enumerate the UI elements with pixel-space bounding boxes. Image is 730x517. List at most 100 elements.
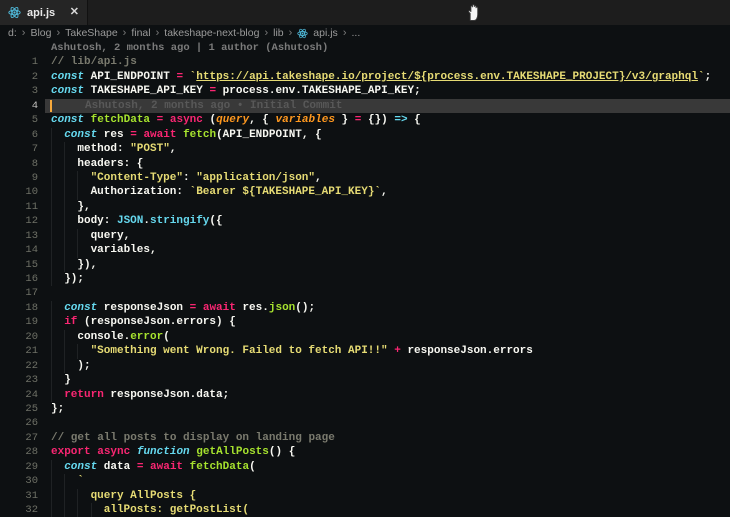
code-token: "POST" <box>130 142 170 156</box>
tab-api-js[interactable]: api.js ✕ <box>0 0 88 25</box>
code-line[interactable]: 27// get all posts to display on landing… <box>0 431 730 445</box>
line-number[interactable]: 19 <box>0 315 38 329</box>
code-line[interactable]: 24return responseJson.data; <box>0 388 730 402</box>
line-number[interactable]: 3 <box>0 84 38 98</box>
line-number[interactable]: 20 <box>0 330 38 344</box>
line-number[interactable]: 30 <box>0 474 38 488</box>
breadcrumb-item[interactable]: lib <box>273 27 284 39</box>
code-token: query, <box>91 229 131 243</box>
code-token: { <box>408 113 421 127</box>
code-line[interactable]: 11}, <box>0 200 730 214</box>
code-line-content: variables, <box>51 243 157 257</box>
line-number[interactable]: 31 <box>0 489 38 503</box>
code-line[interactable]: 3const TAKESHAPE_API_KEY = process.env.T… <box>0 84 730 98</box>
code-line[interactable]: 1// lib/api.js <box>0 55 730 69</box>
code-line[interactable]: 9"Content-Type": "application/json", <box>0 171 730 185</box>
indent-guide <box>77 229 90 243</box>
breadcrumb-item[interactable]: api.js <box>313 27 338 39</box>
code-line[interactable]: 14 variables, <box>0 243 730 257</box>
line-number[interactable]: 27 <box>0 431 38 445</box>
code-line[interactable]: 2const API_ENDPOINT = `https://api.takes… <box>0 70 730 84</box>
line-number[interactable]: 28 <box>0 445 38 459</box>
close-icon[interactable]: ✕ <box>70 7 79 18</box>
code-token: = <box>209 84 216 98</box>
code-token: const <box>51 70 84 84</box>
line-number[interactable]: 16 <box>0 272 38 286</box>
code-line[interactable]: 31 query AllPosts { <box>0 489 730 503</box>
indent-guide <box>51 272 64 286</box>
breadcrumb-item[interactable]: final <box>131 27 150 39</box>
code-line[interactable]: 12body: JSON.stringify({ <box>0 214 730 228</box>
line-number[interactable]: 23 <box>0 373 38 387</box>
line-number[interactable]: 1 <box>0 55 38 69</box>
code-line-content: ` <box>51 474 84 488</box>
code-line-content: Authorization: `Bearer ${TAKESHAPE_API_K… <box>51 185 388 199</box>
line-number[interactable]: 26 <box>0 416 38 430</box>
code-line[interactable]: 5const fetchData = async (query, { varia… <box>0 113 730 127</box>
code-line[interactable]: 6const res = await fetch(API_ENDPOINT, { <box>0 128 730 142</box>
code-line-content: method: "POST", <box>51 142 176 156</box>
code-line[interactable]: 15}), <box>0 258 730 272</box>
indent-guide <box>51 258 64 272</box>
line-number[interactable]: 15 <box>0 258 38 272</box>
code-line[interactable]: 19if (responseJson.errors) { <box>0 315 730 329</box>
breadcrumb-item[interactable]: Blog <box>30 27 51 39</box>
line-number[interactable]: 9 <box>0 171 38 185</box>
breadcrumb-item[interactable]: ... <box>351 27 360 39</box>
line-number[interactable]: 10 <box>0 185 38 199</box>
code-line[interactable]: 16}); <box>0 272 730 286</box>
code-line[interactable]: 30 ` <box>0 474 730 488</box>
code-line[interactable]: 20console.error( <box>0 330 730 344</box>
line-number[interactable]: 5 <box>0 113 38 127</box>
line-number[interactable]: 25 <box>0 402 38 416</box>
line-number[interactable]: 13 <box>0 229 38 243</box>
breadcrumb-item[interactable]: TakeShape <box>65 27 118 39</box>
code-line[interactable]: 10 Authorization: `Bearer ${TAKESHAPE_API… <box>0 185 730 199</box>
code-line[interactable]: 26 <box>0 416 730 430</box>
line-number[interactable]: 2 <box>0 70 38 84</box>
gitlens-authors-codelens[interactable]: Ashutosh, 2 months ago | 1 author (Ashut… <box>51 41 730 55</box>
line-number[interactable]: 24 <box>0 388 38 402</box>
code-line[interactable]: 29const data = await fetchData( <box>0 460 730 474</box>
line-number[interactable]: 21 <box>0 344 38 358</box>
code-token: }), <box>77 258 97 272</box>
line-number[interactable]: 32 <box>0 503 38 517</box>
code-token: => <box>394 113 407 127</box>
code-token <box>163 113 170 127</box>
code-line[interactable]: 13 query, <box>0 229 730 243</box>
code-line[interactable]: 28export async function getAllPosts() { <box>0 445 730 459</box>
line-number[interactable]: 17 <box>0 286 38 300</box>
line-number[interactable]: 4 <box>0 99 38 113</box>
code-line[interactable]: 4Ashutosh, 2 months ago • Initial Commit <box>0 99 730 113</box>
indent-guide <box>51 373 64 387</box>
code-line[interactable]: 17 <box>0 286 730 300</box>
code-token: allPosts: getPostList( <box>104 503 249 517</box>
code-token <box>150 113 157 127</box>
code-line[interactable]: 25}; <box>0 402 730 416</box>
code-token <box>190 445 197 459</box>
line-number[interactable]: 22 <box>0 359 38 373</box>
code-token: = <box>130 128 137 142</box>
code-line-content: query AllPosts { <box>51 489 196 503</box>
code-line-content: "Something went Wrong. Failed to fetch A… <box>51 344 533 358</box>
breadcrumb-item[interactable]: takeshape-next-blog <box>164 27 259 39</box>
code-editor[interactable]: Ashutosh, 2 months ago | 1 author (Ashut… <box>0 41 730 517</box>
line-number[interactable]: 8 <box>0 157 38 171</box>
code-line[interactable]: 21 "Something went Wrong. Failed to fetch… <box>0 344 730 358</box>
code-line[interactable]: 18const responseJson = await res.json(); <box>0 301 730 315</box>
code-token: https://api.takeshape.io/project/${proce… <box>196 70 698 84</box>
line-number[interactable]: 18 <box>0 301 38 315</box>
line-number[interactable]: 6 <box>0 128 38 142</box>
code-line[interactable]: 32 allPosts: getPostList( <box>0 503 730 517</box>
line-number[interactable]: 7 <box>0 142 38 156</box>
code-line[interactable]: 22); <box>0 359 730 373</box>
code-line[interactable]: 23} <box>0 373 730 387</box>
breadcrumb-item[interactable]: d: <box>8 27 17 39</box>
code-line[interactable]: 8headers: { <box>0 157 730 171</box>
code-line[interactable]: 7 method: "POST", <box>0 142 730 156</box>
code-token: ` <box>190 70 197 84</box>
line-number[interactable]: 12 <box>0 214 38 228</box>
line-number[interactable]: 14 <box>0 243 38 257</box>
line-number[interactable]: 29 <box>0 460 38 474</box>
line-number[interactable]: 11 <box>0 200 38 214</box>
